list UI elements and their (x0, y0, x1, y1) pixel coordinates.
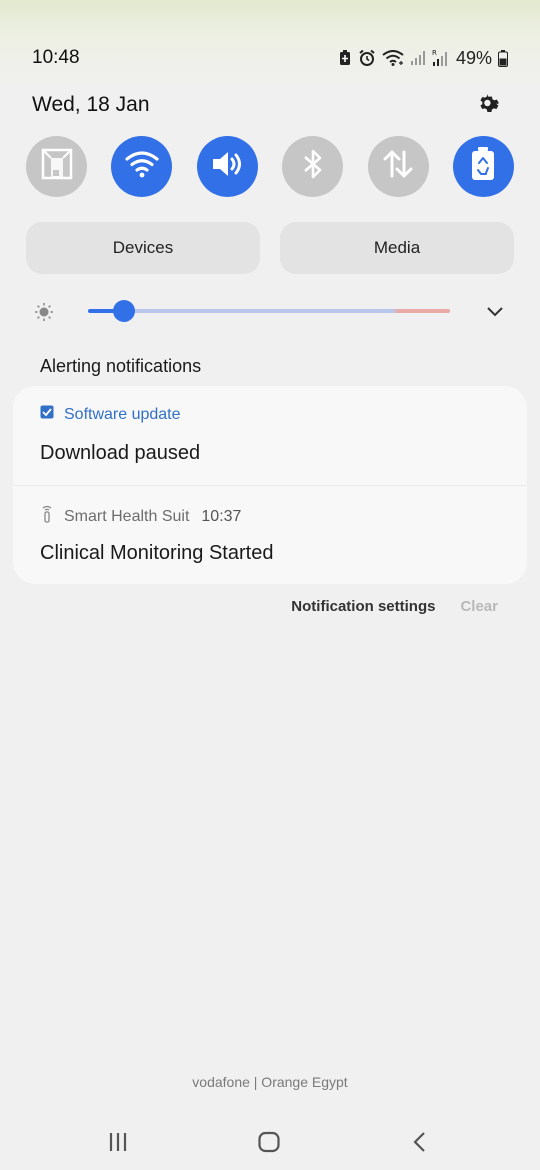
brightness-slider[interactable] (88, 309, 450, 313)
status-bar: 10:48 R 49% (32, 44, 508, 72)
brightness-row (32, 296, 504, 326)
tile-bluetooth[interactable] (282, 136, 344, 197)
notification-software-update[interactable]: Software update Download paused (13, 386, 527, 485)
tile-power-saving[interactable] (452, 136, 514, 197)
speaker-icon (210, 148, 244, 185)
notification-header: Software update (40, 405, 181, 424)
date-row: Wed, 18 Jan (32, 88, 500, 122)
screen-capture-icon (39, 146, 75, 187)
media-button[interactable]: Media (280, 222, 514, 274)
notification-smart-health[interactable]: Smart Health Suit 10:37 Clinical Monitor… (13, 485, 527, 584)
notification-body: Download paused (40, 442, 201, 464)
signal-icon (410, 50, 426, 66)
devices-button[interactable]: Devices (26, 222, 260, 274)
chevron-down-icon[interactable] (486, 302, 504, 325)
back-icon[interactable] (404, 1126, 436, 1158)
carrier-label: vodafone | Orange Egypt (192, 1074, 348, 1090)
notification-settings-button[interactable]: Notification settings (291, 598, 435, 615)
brightness-slider-thumb[interactable] (113, 300, 135, 322)
devices-media-row: Devices Media (26, 222, 514, 274)
navigation-bar (0, 1122, 540, 1158)
home-icon[interactable] (253, 1126, 285, 1158)
battery-recycle-icon (470, 146, 496, 187)
tile-mobile-data[interactable] (367, 136, 429, 197)
notification-body: Clinical Monitoring Started (40, 542, 274, 564)
bluetooth-icon (300, 147, 326, 186)
notification-actions: Notification settings Clear (291, 598, 498, 615)
notification-header: Smart Health Suit 10:37 (40, 505, 241, 528)
gear-icon[interactable] (476, 91, 500, 120)
clear-button[interactable]: Clear (460, 598, 498, 615)
tile-screen-capture[interactable] (26, 136, 87, 197)
section-title-alerting: Alerting notifications (40, 356, 202, 376)
battery-icon (498, 49, 508, 67)
recents-icon[interactable] (102, 1126, 134, 1158)
notification-card: Software update Download paused Smart He… (13, 386, 527, 584)
sensor-icon (40, 505, 54, 528)
notification-app-name: Smart Health Suit (64, 507, 190, 525)
wifi-icon (125, 150, 159, 183)
wifi-icon (382, 50, 404, 66)
status-time: 10:48 (32, 47, 80, 68)
tile-wifi[interactable] (111, 136, 173, 197)
svg-text:R: R (432, 49, 437, 57)
quick-settings-tiles (26, 136, 514, 197)
data-arrows-icon (381, 148, 415, 185)
battery-percent: 49% (455, 47, 492, 68)
notification-time: 10:37 (201, 507, 242, 525)
sun-icon (34, 302, 54, 327)
alarm-icon (358, 49, 376, 67)
tile-sound[interactable] (196, 136, 258, 197)
battery-saver-icon (338, 50, 352, 66)
signal-roaming-icon: R (432, 49, 448, 67)
notification-app-name: Software update (64, 405, 181, 423)
status-icons: R 49% (338, 48, 508, 69)
date-label: Wed, 18 Jan (32, 93, 150, 116)
checkbox-icon (40, 405, 54, 424)
